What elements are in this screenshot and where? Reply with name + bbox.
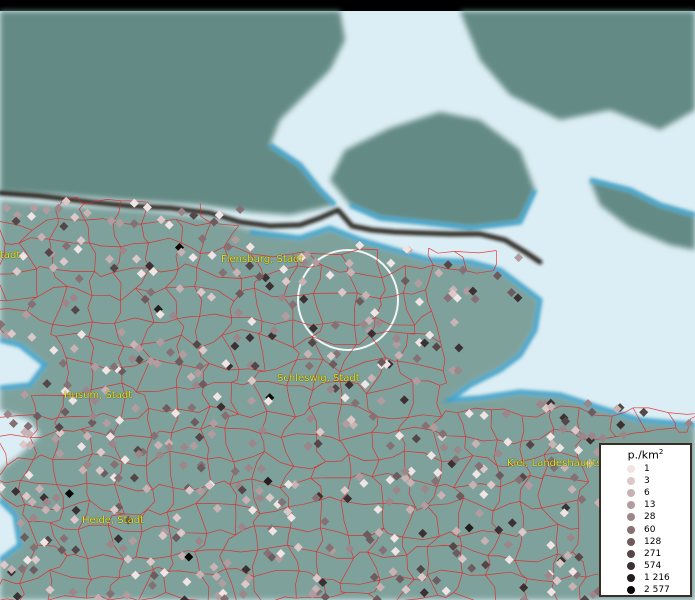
city-label-kiel[interactable]: Kiel, Landeshaupts (507, 458, 602, 469)
density-legend: p./km2 1 3 6 13 28 60 128 271 574 1 216 2 577 (599, 443, 692, 597)
legend-class-8: 574 (601, 560, 690, 572)
legend-swatch (627, 525, 635, 534)
legend-class-4: 28 (601, 511, 690, 523)
legend-class-1: 3 (601, 475, 690, 487)
city-label-flensburg[interactable]: Flensburg, Stadt (221, 254, 303, 265)
legend-label: 13 (644, 500, 656, 511)
legend-swatch (627, 513, 635, 522)
legend-label: 128 (644, 536, 662, 547)
legend-label: 271 (644, 548, 662, 559)
legend-title: p./km2 (627, 448, 664, 462)
legend-class-6: 128 (601, 536, 690, 548)
legend-swatch (627, 477, 635, 486)
city-label-partial[interactable]: tadt (0, 250, 20, 261)
map-view[interactable]: Flensburg, Stadt Schleswig, Stadt Husum,… (0, 0, 695, 600)
legend-swatch (627, 537, 635, 546)
legend-label: 6 (644, 488, 650, 499)
legend-class-3: 13 (601, 499, 690, 511)
map-canvas (0, 0, 695, 600)
city-label-schleswig[interactable]: Schleswig, Stadt (277, 373, 360, 384)
legend-swatch (627, 561, 635, 570)
legend-label: 60 (644, 524, 656, 535)
city-label-husum[interactable]: Husum, Stadt (64, 390, 132, 401)
legend-swatch (627, 489, 635, 498)
legend-label: 574 (644, 560, 662, 571)
legend-label: 1 (644, 464, 650, 474)
legend-class-5: 60 (601, 524, 690, 536)
legend-label: 3 (644, 476, 650, 487)
legend-label: 2 577 (644, 585, 670, 595)
legend-label: 1 216 (644, 572, 670, 583)
top-bar (0, 0, 695, 11)
legend-class-0: 1 (601, 463, 690, 475)
city-label-heide[interactable]: Heide, Stadt (82, 515, 144, 526)
legend-swatch (627, 549, 635, 558)
legend-swatch (627, 586, 635, 594)
legend-swatch (627, 465, 635, 473)
legend-class-7: 271 (601, 548, 690, 560)
legend-label: 28 (644, 512, 656, 523)
legend-swatch (627, 501, 635, 510)
legend-class-10: 2 577 (601, 584, 690, 596)
legend-class-2: 6 (601, 487, 690, 499)
legend-swatch (627, 573, 635, 582)
legend-class-9: 1 216 (601, 572, 690, 584)
